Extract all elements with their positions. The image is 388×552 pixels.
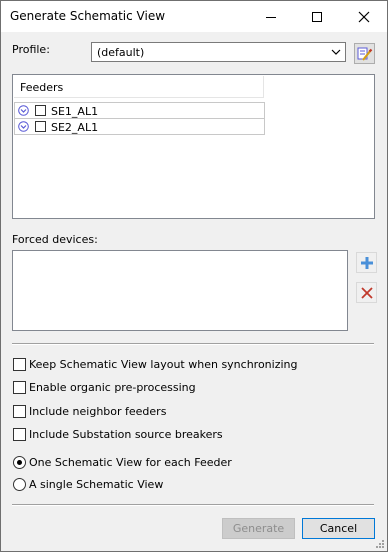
feeder-name: SE2_AL1 [51, 121, 99, 134]
organic-preprocessing-checkbox[interactable] [13, 381, 26, 394]
feeder-name: SE1_AL1 [51, 105, 99, 118]
feeder-checkbox[interactable] [35, 121, 46, 132]
feeders-header-label: Feeders [20, 81, 64, 94]
close-icon [358, 11, 370, 22]
expand-icon[interactable] [18, 121, 29, 132]
profile-dropdown[interactable]: (default) [91, 42, 346, 62]
maximize-icon [312, 11, 322, 22]
profile-value: (default) [97, 46, 145, 59]
feeder-row[interactable]: SE2_AL1 [14, 118, 265, 135]
close-button[interactable] [341, 1, 387, 32]
keep-layout-checkbox[interactable] [13, 358, 26, 371]
feeder-checkbox[interactable] [35, 105, 46, 116]
remove-device-button[interactable] [356, 282, 377, 303]
forced-devices-list[interactable] [12, 250, 348, 331]
add-device-button[interactable] [356, 252, 377, 273]
source-breakers-checkbox[interactable] [13, 428, 26, 441]
separator [12, 343, 374, 345]
title-bar[interactable]: Generate Schematic View [1, 1, 387, 32]
per-feeder-label[interactable]: One Schematic View for each Feeder [29, 456, 232, 469]
organic-preprocessing-label[interactable]: Enable organic pre-processing [29, 381, 196, 394]
generate-button-label: Generate [232, 522, 285, 535]
feeder-row[interactable]: SE1_AL1 [14, 102, 265, 119]
dialog-window: Generate Schematic View Profile: (defaul… [0, 0, 388, 552]
feeders-list[interactable]: Feeders SE1_AL1 SE2_AL1 [12, 74, 375, 219]
neighbor-feeders-label[interactable]: Include neighbor feeders [29, 405, 166, 418]
neighbor-feeders-checkbox[interactable] [13, 405, 26, 418]
cancel-button[interactable]: Cancel [302, 518, 375, 539]
single-view-label[interactable]: A single Schematic View [29, 478, 163, 491]
source-breakers-label[interactable]: Include Substation source breakers [29, 428, 223, 441]
keep-layout-label[interactable]: Keep Schematic View layout when synchron… [29, 358, 298, 371]
single-view-radio[interactable] [13, 478, 26, 491]
forced-devices-label: Forced devices: [12, 233, 98, 246]
profile-label: Profile: [12, 43, 50, 56]
delete-icon [360, 286, 373, 299]
edit-profile-icon [357, 47, 372, 61]
radio-selected-dot [17, 460, 22, 465]
resize-grip-icon[interactable] [375, 539, 385, 549]
chevron-down-icon [331, 49, 341, 55]
expand-icon[interactable] [18, 105, 29, 116]
per-feeder-radio[interactable] [13, 456, 26, 469]
window-title: Generate Schematic View [10, 9, 166, 23]
generate-button[interactable]: Generate [222, 518, 295, 539]
minimize-icon [266, 16, 276, 18]
maximize-button[interactable] [294, 1, 340, 32]
plus-icon [360, 256, 373, 269]
feeders-column-header[interactable]: Feeders [14, 76, 264, 98]
minimize-button[interactable] [248, 1, 294, 32]
edit-profile-button[interactable] [354, 43, 375, 64]
separator [12, 504, 374, 506]
cancel-button-label: Cancel [319, 522, 358, 535]
